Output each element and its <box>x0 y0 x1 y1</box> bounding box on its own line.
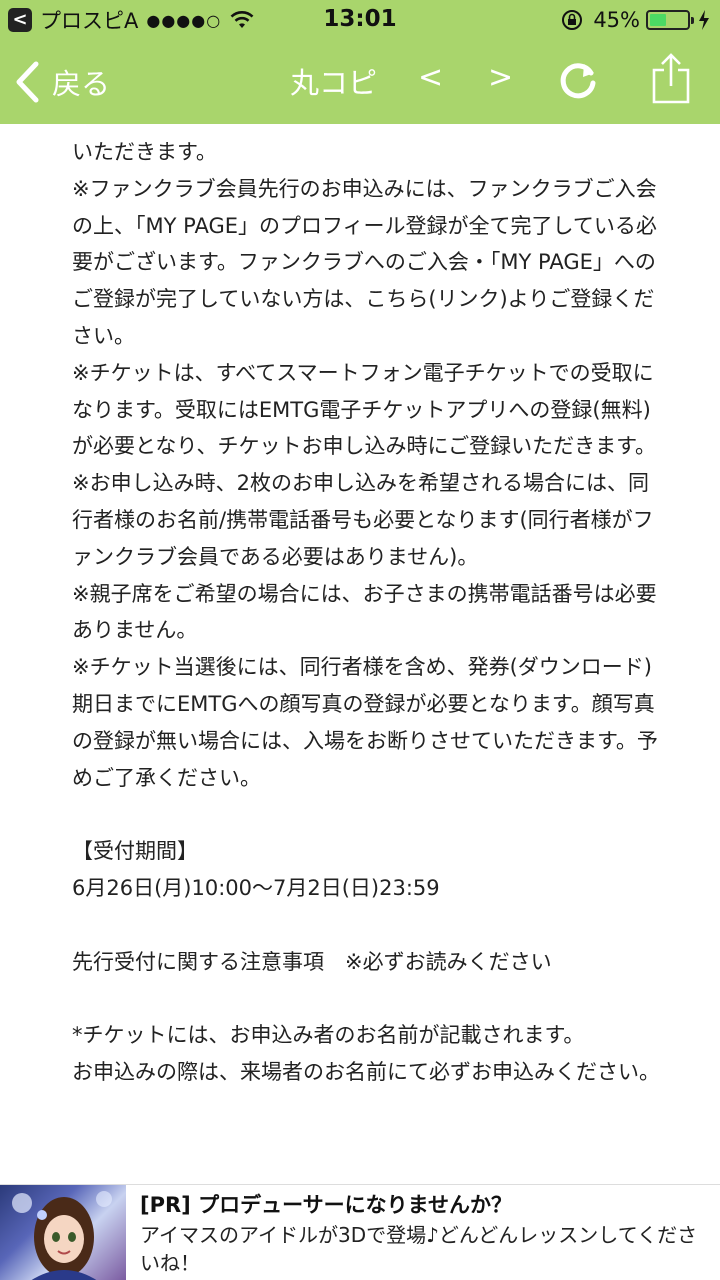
back-label: 戻る <box>52 67 111 101</box>
period-value: 6月26日(月)10:00〜7月2日(日)23:59 <box>72 875 440 900</box>
ad-title: [PR] プロデューサーになりませんか？ <box>140 1193 513 1217</box>
status-right: 45% <box>561 6 710 34</box>
notes-heading: 先行受付に関する注意事項 ※必ずお読みください <box>72 949 552 974</box>
battery-icon <box>646 10 694 30</box>
charging-bolt-icon <box>699 10 709 30</box>
notice-text: いただきます。 ※ファンクラブ会員先行のお申込みには、ファンクラブご入会の上、「… <box>72 140 658 790</box>
chevron-left-icon <box>16 61 39 103</box>
period-heading: 【受付期間】 <box>72 839 198 864</box>
page-title: 丸コピ <box>290 66 378 100</box>
reload-icon[interactable] <box>556 58 600 102</box>
article: いただきます。 ※ファンクラブ会員先行のお申込みには、ファンクラブご入会の上、「… <box>72 134 662 1091</box>
idol-character-image <box>12 1191 112 1280</box>
web-content[interactable]: いただきます。 ※ファンクラブ会員先行のお申込みには、ファンクラブご入会の上、「… <box>0 124 720 1184</box>
ad-banner[interactable]: [PR] プロデューサーになりませんか？ アイマスのアイドルが3Dで登場♪どんど… <box>0 1184 720 1280</box>
back-button[interactable]: 戻る <box>14 58 110 106</box>
next-page-button[interactable]: > <box>488 60 513 95</box>
battery-level <box>650 14 667 26</box>
battery-percent: 45% <box>593 8 640 32</box>
prev-page-button[interactable]: < <box>418 60 443 95</box>
notes-body: *チケットには、お申込み者のお名前が記載されます。 お申込みの際は、来場者のお名… <box>72 1023 660 1084</box>
nav-bar: 戻る 丸コピ < > <box>0 40 720 124</box>
share-icon[interactable] <box>650 52 692 106</box>
ad-body: アイマスのアイドルが3Dで登場♪どんどんレッスンしてくださいね！ <box>140 1223 698 1275</box>
ad-thumbnail <box>0 1185 126 1280</box>
status-bar: < プロスピA ●●●●○ 13:01 45% <box>0 0 720 40</box>
rotation-lock-icon <box>562 10 583 30</box>
